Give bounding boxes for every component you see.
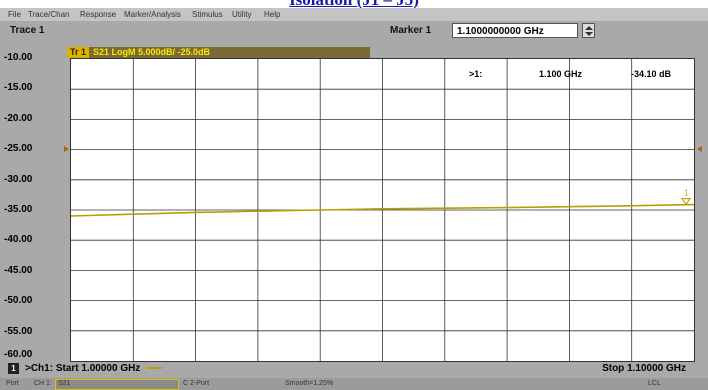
reference-level-right-arrow-icon — [697, 145, 702, 152]
y-tick-label: -45.00 — [4, 264, 33, 276]
vna-window: File Trace/Chan Response Marker/Analysis… — [0, 8, 708, 390]
channel-status: 1 >Ch1: Start 1.00000 GHz Stop 1.10000 GH… — [0, 362, 708, 390]
y-tick-label: -60.00 — [4, 349, 33, 360]
marker-layer: 1 — [680, 189, 692, 206]
footer-measurement-text: S21 — [58, 380, 71, 387]
marker-label: Marker 1 — [390, 25, 432, 36]
y-tick-label: -30.00 — [4, 173, 33, 185]
y-tick-label: -15.00 — [4, 82, 33, 94]
y-tick-label: -10.00 — [4, 52, 33, 63]
y-tick-label: -55.00 — [4, 325, 33, 337]
plot-grid[interactable]: 1 >1: 1.100 GHz -34.10 dB — [70, 58, 695, 362]
marker-frequency-input[interactable]: 1.1000000000 GHz — [452, 23, 578, 38]
trace-selector[interactable]: Trace 1 — [10, 25, 44, 36]
footer-bar: Port CH 1: S21 C 2-Port Smooth=1.25% LCL — [0, 378, 708, 390]
footer-port: Port — [6, 380, 19, 387]
menu-stimulus[interactable]: Stimulus — [192, 8, 223, 21]
menu-bar: File Trace/Chan Response Marker/Analysis… — [0, 8, 708, 21]
marker-spinner[interactable] — [582, 23, 595, 38]
menu-utility[interactable]: Utility — [232, 8, 252, 21]
marker-readout-value: -34.10 dB — [631, 69, 672, 79]
trace-badge: Tr 1 — [67, 47, 90, 58]
footer-smoothing: Smooth=1.25% — [285, 380, 334, 387]
y-tick-label: -20.00 — [4, 112, 33, 124]
footer-lcl: LCL — [648, 380, 661, 387]
menu-marker-analysis[interactable]: Marker/Analysis — [124, 8, 181, 21]
reference-level-left-arrow-icon — [64, 145, 69, 152]
footer-measurement-field[interactable] — [55, 379, 179, 390]
trace-title: S21 LogM 5.000dB/ -25.0dB — [93, 47, 211, 57]
channel-range: 1 >Ch1: Start 1.00000 GHz Stop 1.10000 GH… — [8, 362, 708, 376]
marker-number-label: 1 — [684, 189, 689, 198]
chart-area: Tr 1 S21 LogM 5.000dB/ -25.0dB -10.00 -15.… — [0, 43, 708, 362]
menu-trace-chan[interactable]: Trace/Chan — [28, 8, 70, 21]
plot-svg: 1 >1: 1.100 GHz -34.10 dB — [71, 59, 694, 361]
menu-response[interactable]: Response — [80, 8, 116, 21]
y-tick-label: -40.00 — [4, 234, 33, 246]
marker-readout-freq: 1.100 GHz — [539, 69, 583, 79]
trace-title-bar[interactable]: Tr 1 S21 LogM 5.000dB/ -25.0dB — [67, 47, 370, 58]
footer-cal: C 2-Port — [183, 380, 210, 387]
marker-readout-id: >1: — [469, 69, 482, 79]
spin-down-icon[interactable] — [585, 32, 593, 36]
trace-legend-line-icon — [146, 367, 163, 370]
footer-ch: CH 1: — [34, 380, 52, 387]
menu-file[interactable]: File — [8, 8, 21, 21]
spin-up-icon[interactable] — [585, 26, 593, 30]
y-tick-label: -25.00 — [4, 143, 33, 155]
channel-number[interactable]: 1 — [8, 362, 19, 374]
y-tick-label: -50.00 — [4, 295, 33, 307]
y-tick-label: -35.00 — [4, 204, 33, 215]
stop-frequency[interactable]: Stop 1.10000 GHz — [602, 362, 686, 376]
menu-help[interactable]: Help — [264, 8, 280, 21]
marker-triangle-icon[interactable] — [680, 197, 692, 206]
start-frequency[interactable]: >Ch1: Start 1.00000 GHz — [25, 363, 140, 374]
gridlines — [71, 59, 694, 361]
toolbar: Trace 1 Marker 1 1.1000000000 GHz — [0, 21, 708, 43]
